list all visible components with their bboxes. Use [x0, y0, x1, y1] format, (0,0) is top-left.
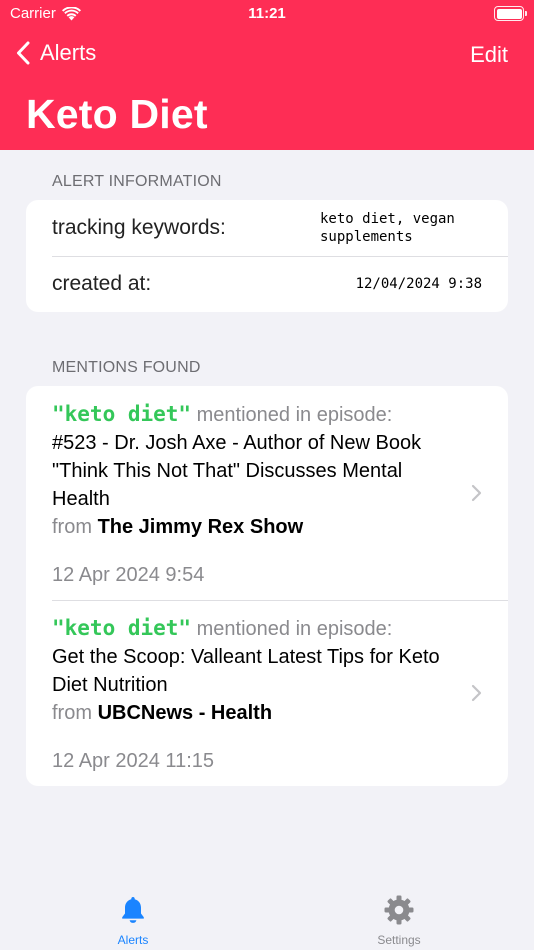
mention-show-name: The Jimmy Rex Show: [97, 516, 304, 538]
battery-icon: [494, 6, 527, 21]
tracking-keywords-value-line2: supplements: [320, 229, 413, 245]
mention-keyword: "keto diet": [52, 616, 192, 640]
mention-source: from The Jimmy Rex Show: [52, 513, 448, 541]
created-at-value: 12/04/2024 9:38: [355, 276, 482, 292]
created-at-row: created at: 12/04/2024 9:38: [26, 256, 508, 312]
tab-settings[interactable]: Settings: [339, 894, 459, 947]
mention-item[interactable]: "keto diet" mentioned in episode: Get th…: [26, 600, 508, 786]
tracking-keywords-value: keto diet, vegan supplements: [320, 210, 455, 246]
mention-episode-title: #523 - Dr. Josh Axe - Author of New Book…: [52, 432, 422, 510]
mentions-card: "keto diet" mentioned in episode: #523 -…: [26, 386, 508, 786]
alert-info-section-title: ALERT INFORMATION: [52, 173, 222, 190]
mention-keyword: "keto diet": [52, 402, 192, 426]
mention-from-label: from: [52, 702, 92, 724]
mention-from-label: from: [52, 516, 92, 538]
mention-item[interactable]: "keto diet" mentioned in episode: #523 -…: [26, 386, 508, 600]
tracking-keywords-label: tracking keywords:: [52, 216, 226, 239]
tab-settings-label: Settings: [377, 933, 421, 947]
chevron-right-icon: [471, 484, 482, 502]
tab-alerts-label: Alerts: [117, 933, 149, 947]
mention-heading: "keto diet" mentioned in episode:: [52, 614, 448, 643]
created-at-label: created at:: [52, 272, 152, 295]
back-button-label: Alerts: [40, 40, 97, 65]
tracking-keywords-value-line1: keto diet, vegan: [320, 211, 455, 227]
mention-source: from UBCNews - Health: [52, 699, 448, 727]
mention-label: mentioned in episode:: [196, 618, 393, 640]
bell-icon: [122, 897, 144, 923]
back-button[interactable]: Alerts: [16, 40, 96, 66]
mention-date: 12 Apr 2024 11:15: [52, 750, 214, 772]
mention-episode-title: Get the Scoop: Valleant Latest Tips for …: [52, 646, 440, 696]
header: Carrier 11:21 Alerts Edit Keto Diet: [0, 0, 534, 150]
page-title: Keto Diet: [26, 91, 208, 137]
status-bar: Carrier 11:21: [0, 0, 534, 28]
gear-icon: [384, 895, 414, 925]
mention-show-name: UBCNews - Health: [97, 702, 273, 724]
edit-button[interactable]: Edit: [470, 42, 508, 68]
status-time: 11:21: [248, 5, 286, 22]
mentions-section-title: MENTIONS FOUND: [52, 359, 201, 376]
mention-heading: "keto diet" mentioned in episode:: [52, 400, 448, 429]
alert-info-card: tracking keywords: keto diet, vegan supp…: [26, 200, 508, 312]
mention-label: mentioned in episode:: [196, 404, 393, 426]
tracking-keywords-row: tracking keywords: keto diet, vegan supp…: [26, 200, 508, 256]
tab-bar: Alerts Settings: [0, 870, 534, 950]
chevron-right-icon: [471, 684, 482, 702]
mention-date: 12 Apr 2024 9:54: [52, 564, 205, 586]
tab-alerts[interactable]: Alerts: [73, 894, 193, 947]
chevron-left-icon: [17, 41, 30, 65]
